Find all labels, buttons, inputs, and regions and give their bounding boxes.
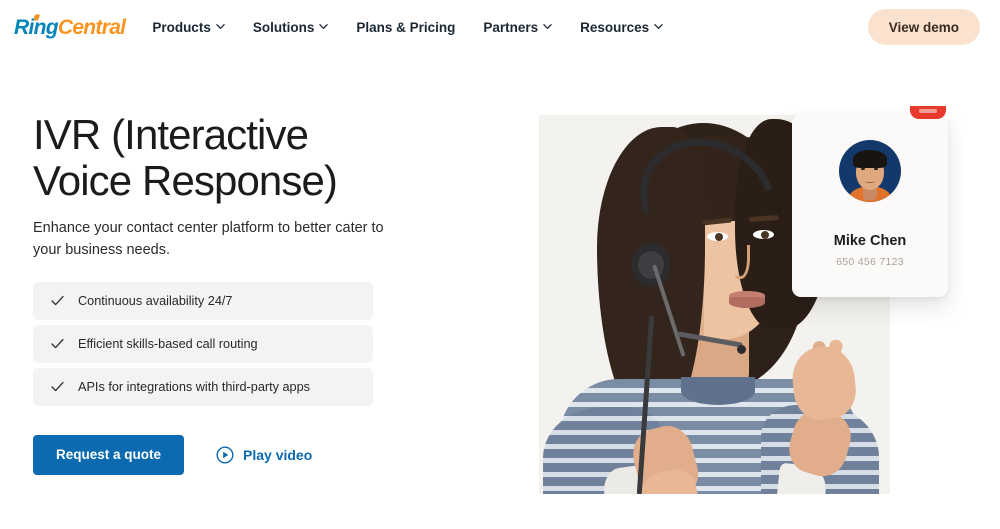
page-root: RingCentral Products Solutions Plans & P… — [0, 0, 1000, 529]
ringcentral-logo[interactable]: RingCentral — [14, 13, 126, 39]
logo-text-central: Central — [57, 16, 126, 39]
nav-label: Plans & Pricing — [356, 20, 456, 35]
check-icon — [49, 335, 66, 352]
main-navigation: Products Solutions Plans & Pricing Partn… — [152, 20, 691, 35]
view-demo-button[interactable]: View demo — [867, 9, 980, 45]
chevron-down-icon — [319, 22, 329, 31]
play-video-label: Play video — [243, 446, 313, 463]
nav-label: Resources — [580, 20, 650, 35]
chevron-down-icon — [543, 22, 552, 31]
site-header: RingCentral Products Solutions Plans & P… — [0, 0, 1000, 55]
hero-subheadline: Enhance your contact center platform to … — [33, 219, 384, 258]
nav-label: Solutions — [252, 20, 315, 35]
nav-label: Partners — [483, 20, 539, 35]
avatar-shape — [865, 180, 875, 183]
check-icon — [49, 292, 66, 309]
nav-item-solutions[interactable]: Solutions — [253, 20, 329, 35]
play-video-link[interactable]: Play video — [216, 446, 312, 464]
nav-item-plans-pricing[interactable]: Plans & Pricing — [356, 20, 455, 35]
nav-item-partners[interactable]: Partners — [483, 20, 552, 35]
contact-phone: 650 456 7123 — [836, 256, 904, 268]
avatar-shape — [861, 168, 865, 170]
feature-label: APIs for integrations with third-party a… — [78, 379, 311, 394]
photo-shape — [638, 251, 664, 279]
contact-name: Mike Chen — [833, 233, 907, 249]
chevron-down-icon — [654, 22, 663, 31]
photo-shape — [681, 377, 755, 405]
avatar-shape — [874, 168, 878, 170]
request-a-quote-button[interactable]: Request a quote — [33, 434, 185, 475]
check-icon — [49, 378, 66, 395]
contact-card: Mike Chen 650 456 7123 — [792, 114, 948, 297]
page-title: IVR (Interactive Voice Response) — [33, 111, 338, 204]
feature-label: Continuous availability 24/7 — [78, 293, 233, 308]
nav-item-products[interactable]: Products — [152, 20, 225, 35]
list-item: Continuous availability 24/7 — [33, 281, 373, 320]
hero-content: IVR (Interactive Voice Response) Enhance… — [33, 112, 503, 475]
photo-shape — [737, 345, 746, 354]
photo-shape — [729, 297, 765, 308]
end-call-button[interactable] — [910, 106, 946, 119]
avatar-shape — [853, 150, 887, 168]
list-item: APIs for integrations with third-party a… — [33, 367, 373, 406]
chevron-down-icon — [216, 22, 225, 31]
avatar — [839, 140, 901, 202]
cta-group: Request a quote Play video — [33, 434, 503, 475]
nav-label: Products — [152, 20, 211, 35]
nav-item-resources[interactable]: Resources — [580, 20, 663, 35]
feature-list: Continuous availability 24/7 Efficient s… — [33, 281, 373, 406]
feature-label: Efficient skills-based call routing — [78, 336, 258, 351]
list-item: Efficient skills-based call routing — [33, 324, 373, 363]
play-circle-icon — [216, 446, 234, 464]
